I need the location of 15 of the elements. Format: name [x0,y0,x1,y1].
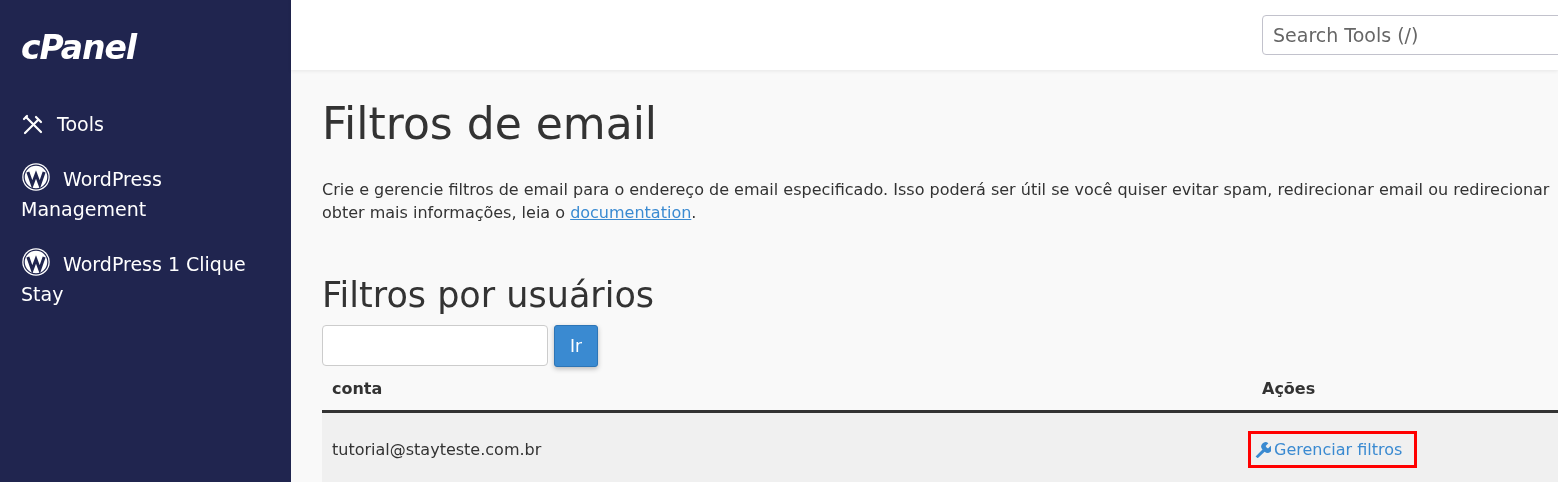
sidebar-item[interactable]: WordPress 1 Clique Stay [21,247,271,309]
documentation-link[interactable]: documentation [570,203,692,222]
page-title: Filtros de email [322,98,659,150]
logo[interactable]: cPanel [21,28,137,67]
description-text: Crie e gerencie filtros de email para o endereço de email especificado. Isso poderá ser útil se você quiser evitar spam, redirecionar email ou redirecionar obter mais informações, leia o documentation. [322,179,1551,224]
sidebar-item[interactable]: Tools [21,109,271,139]
filter-field[interactable] [322,325,548,366]
wordpress-icon [21,162,51,192]
go-button[interactable]: Ir [554,325,598,367]
wrench-icon [1254,441,1271,458]
search-field[interactable]: Search Tools (/) [1262,15,1558,55]
section-heading: Filtros por usuários [322,274,656,317]
tools-icon [21,113,45,137]
sidebar-item[interactable]: WordPress Management [21,162,271,224]
wordpress-icon [21,247,51,277]
